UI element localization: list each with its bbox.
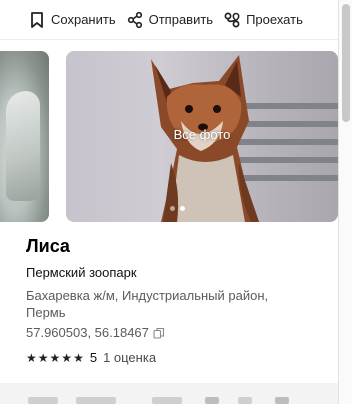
- pagination-dot-active[interactable]: [180, 206, 185, 211]
- next-section-fragment: [28, 397, 58, 404]
- star-icon: ★: [37, 350, 49, 365]
- copy-icon[interactable]: [153, 327, 165, 339]
- next-section-fragment: [205, 397, 219, 404]
- gallery-pagination: [170, 206, 185, 211]
- rating-row: ★ ★ ★ ★ ★ 5 1 оценка: [26, 350, 156, 365]
- rating-value: 5: [89, 350, 98, 365]
- next-section-fragment: [275, 397, 289, 404]
- share-icon: [127, 11, 142, 28]
- rating-stars: ★ ★ ★ ★ ★: [26, 352, 84, 364]
- star-icon: ★: [26, 350, 37, 365]
- photo-thumbnail-main[interactable]: Все фото: [66, 51, 338, 222]
- save-button[interactable]: Сохранить: [28, 11, 116, 29]
- photo-thumbnail-previous[interactable]: [0, 51, 49, 222]
- star-icon: ★: [61, 350, 73, 365]
- ratings-count-link[interactable]: 1 оценка: [103, 350, 156, 365]
- place-coordinates: 57.960503, 56.18467: [26, 325, 165, 340]
- star-icon: ★: [49, 350, 61, 365]
- all-photos-label: Все фото: [173, 127, 231, 142]
- share-button[interactable]: Отправить: [126, 11, 213, 29]
- next-section-fragment: [76, 397, 116, 404]
- share-label: Отправить: [148, 12, 214, 27]
- next-section-fragment: [238, 397, 252, 404]
- bookmark-icon: [31, 11, 43, 28]
- route-label: Проехать: [246, 12, 303, 27]
- scrollbar[interactable]: [338, 0, 352, 404]
- next-section-preview: [0, 383, 338, 404]
- save-label: Сохранить: [51, 12, 116, 27]
- pagination-dot[interactable]: [170, 206, 175, 211]
- rock-image: [6, 91, 40, 201]
- coordinates-text: 57.960503, 56.18467: [26, 325, 149, 340]
- scrollbar-thumb[interactable]: [342, 4, 350, 122]
- photo-gallery: Все фото: [0, 51, 338, 222]
- place-category-link[interactable]: Пермский зоопарк: [26, 265, 137, 280]
- route-icon: [224, 12, 240, 27]
- next-section-fragment: [152, 397, 182, 404]
- star-icon: ★: [73, 350, 84, 365]
- place-address: Бахаревка ж/м, Индустриальный район, Пер…: [26, 288, 269, 320]
- route-button[interactable]: Проехать: [223, 11, 303, 29]
- place-title: Лиса: [26, 236, 70, 256]
- action-bar: Сохранить Отправить Проехать: [0, 0, 338, 40]
